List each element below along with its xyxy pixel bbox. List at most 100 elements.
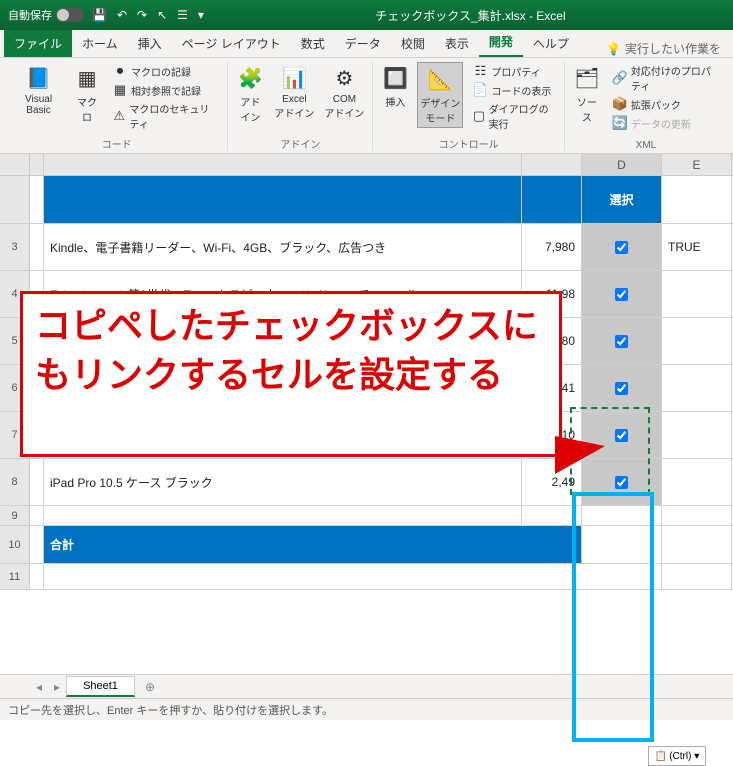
addins-button[interactable]: 🧩アド イン (234, 62, 266, 126)
header-select[interactable]: 選択 (582, 176, 662, 223)
select-all-corner[interactable] (0, 154, 30, 175)
cell-name[interactable]: Kindle、電子書籍リーダー、Wi-Fi、4GB、ブラック、広告つき (44, 224, 522, 270)
col-header-c[interactable] (522, 154, 582, 175)
vb-label: Visual Basic (14, 94, 63, 116)
visual-basic-button[interactable]: 📘 Visual Basic (12, 62, 65, 118)
expansion-pack-button[interactable]: 📦拡張パック (609, 95, 721, 113)
cell-link[interactable] (662, 271, 732, 317)
paste-options-button[interactable]: 📋 (Ctrl) ▾ (648, 746, 706, 766)
tab-nav-prev-icon[interactable]: ◂ (30, 680, 48, 694)
cell-checkbox[interactable] (582, 271, 662, 317)
redo-icon[interactable]: ↷ (137, 8, 147, 22)
col-header-a[interactable] (30, 154, 44, 175)
cell-checkbox[interactable] (582, 224, 662, 270)
row-header[interactable]: 9 (0, 506, 30, 525)
com-addins-button[interactable]: ⚙COM アドイン (322, 62, 366, 122)
header-price[interactable] (522, 176, 582, 223)
cell-checkbox[interactable] (582, 365, 662, 411)
checkbox-control[interactable] (615, 476, 628, 489)
macro-icon: ▦ (73, 64, 101, 92)
save-icon[interactable]: 💾 (92, 8, 107, 22)
cell-link[interactable] (662, 459, 732, 505)
cursor-icon[interactable]: ↖ (157, 8, 167, 22)
table-row: 11 (0, 564, 733, 590)
qat-dropdown-icon[interactable]: ▾ (198, 8, 204, 22)
tab-file[interactable]: ファイル (4, 30, 72, 57)
tab-nav-next-icon[interactable]: ▸ (48, 680, 66, 694)
checkbox-control[interactable] (615, 288, 628, 301)
row-header[interactable]: 8 (0, 459, 30, 505)
design-mode-button[interactable]: 📐デザイン モード (417, 62, 463, 128)
annotation-callout: コピペしたチェックボックスにもリンクするセルを設定する (20, 291, 562, 457)
cell[interactable] (30, 176, 44, 223)
cell[interactable] (662, 176, 732, 223)
ribbon-group-code: 📘 Visual Basic ▦ マクロ ⏺マクロの記録 ▦相対参照で記録 ⚠マ… (6, 62, 228, 151)
addin-icon: 🧩 (236, 64, 264, 92)
undo-icon[interactable]: ↶ (117, 8, 127, 22)
insert-control-button[interactable]: 🔲挿入 (379, 62, 411, 111)
cell-name[interactable]: iPad Pro 10.5 ケース ブラック (44, 459, 522, 505)
tab-layout[interactable]: ページ レイアウト (172, 30, 291, 57)
macros-button[interactable]: ▦ マクロ (71, 62, 103, 126)
relative-ref-button[interactable]: ▦相対参照で記録 (109, 81, 221, 99)
source-button[interactable]: 🗂ソース (571, 62, 603, 126)
code-icon: 📄 (472, 82, 488, 98)
properties-icon: ☷ (472, 63, 488, 79)
add-sheet-button[interactable]: ⊕ (135, 680, 165, 694)
map-properties-button[interactable]: 🔗対応付けのプロパティ (609, 62, 721, 94)
group-label-addins: アドイン (280, 134, 320, 151)
refresh-data-button[interactable]: 🔄データの更新 (609, 114, 721, 132)
row-header[interactable]: 11 (0, 564, 30, 589)
status-message: コピー先を選択し、Enter キーを押すか、貼り付けを選択します。 (8, 702, 333, 718)
sheet-tab-sheet1[interactable]: Sheet1 (66, 676, 135, 697)
checkbox-control[interactable] (615, 241, 628, 254)
col-header-b[interactable] (44, 154, 522, 175)
cell-link[interactable] (662, 365, 732, 411)
touch-icon[interactable]: ☰ (177, 8, 188, 22)
cell-link[interactable] (662, 412, 732, 458)
checkbox-control[interactable] (615, 382, 628, 395)
design-icon: 📐 (426, 65, 454, 93)
macro-label: マクロ (73, 94, 101, 124)
total-label[interactable]: 合計 (44, 526, 582, 563)
tab-developer[interactable]: 開発 (479, 28, 523, 57)
properties-button[interactable]: ☷プロパティ (469, 62, 558, 80)
autosave-toggle[interactable]: 自動保存 (8, 7, 84, 23)
cell-price[interactable]: 7,980 (522, 224, 582, 270)
checkbox-control[interactable] (615, 429, 628, 442)
tab-insert[interactable]: 挿入 (128, 30, 172, 57)
run-dialog-button[interactable]: ▢ダイアログの実行 (469, 100, 558, 132)
cell-checkbox[interactable] (582, 318, 662, 364)
worksheet-area: コピペしたチェックボックスにもリンクするセルを設定する D E 選択 3 Kind… (0, 154, 733, 590)
table-header-row: 選択 (0, 176, 733, 224)
tab-home[interactable]: ホーム (72, 30, 128, 57)
excel-addins-button[interactable]: 📊Excel アドイン (272, 62, 316, 122)
cell-link[interactable]: TRUE (662, 224, 732, 270)
macro-security-button[interactable]: ⚠マクロのセキュリティ (109, 100, 221, 132)
cell-link[interactable] (662, 318, 732, 364)
record-macro-button[interactable]: ⏺マクロの記録 (109, 62, 221, 80)
tell-me-search[interactable]: 💡 実行したい作業を (606, 40, 729, 57)
col-header-d[interactable]: D (582, 154, 662, 175)
window-title: チェックボックス_集計.xlsx - Excel (216, 7, 725, 24)
ribbon-group-controls: 🔲挿入 📐デザイン モード ☷プロパティ 📄コードの表示 ▢ダイアログの実行 コ… (373, 62, 565, 151)
dialog-icon: ▢ (472, 108, 485, 124)
table-row: 3 Kindle、電子書籍リーダー、Wi-Fi、4GB、ブラック、広告つき7,98… (0, 224, 733, 271)
quick-access-toolbar: 💾 ↶ ↷ ↖ ☰ ▾ (92, 8, 204, 22)
tab-data[interactable]: データ (335, 30, 391, 57)
status-bar: コピー先を選択し、Enter キーを押すか、貼り付けを選択します。 (0, 698, 733, 720)
tab-help[interactable]: ヘルプ (523, 30, 579, 57)
row-header[interactable] (0, 176, 30, 223)
tab-formula[interactable]: 数式 (291, 30, 335, 57)
group-label-xml: XML (636, 138, 657, 151)
tab-view[interactable]: 表示 (435, 30, 479, 57)
cell[interactable] (30, 459, 44, 505)
row-header[interactable]: 3 (0, 224, 30, 270)
tab-review[interactable]: 校閲 (391, 30, 435, 57)
cell[interactable] (30, 224, 44, 270)
header-name[interactable] (44, 176, 522, 223)
checkbox-control[interactable] (615, 335, 628, 348)
col-header-e[interactable]: E (662, 154, 732, 175)
view-code-button[interactable]: 📄コードの表示 (469, 81, 558, 99)
row-header[interactable]: 10 (0, 526, 30, 563)
